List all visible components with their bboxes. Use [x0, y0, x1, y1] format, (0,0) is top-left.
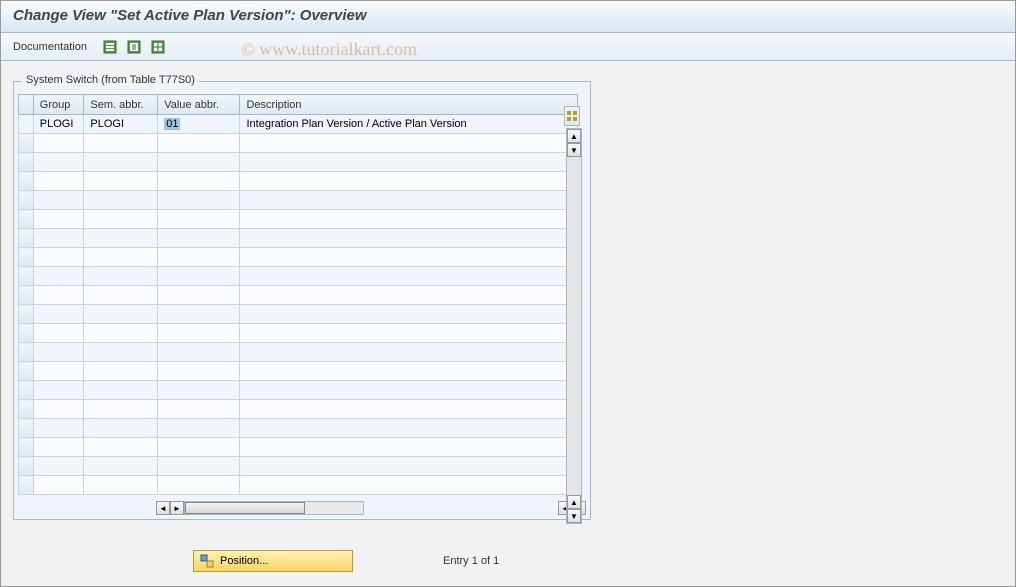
table-row[interactable]	[19, 438, 578, 457]
column-header-description[interactable]: Description	[240, 95, 578, 115]
title-bar: Change View "Set Active Plan Version": O…	[1, 1, 1015, 33]
table-config-icon[interactable]	[564, 106, 580, 126]
position-icon	[200, 554, 214, 568]
row-selector[interactable]	[19, 134, 34, 153]
row-selector[interactable]	[19, 153, 34, 172]
cell-value-abbr[interactable]: 01	[158, 115, 240, 134]
cell-sem-abbr[interactable]: PLOGI	[84, 115, 158, 134]
scroll-left-icon[interactable]: ◄	[156, 501, 170, 515]
table-row[interactable]	[19, 324, 578, 343]
row-selector[interactable]	[19, 381, 34, 400]
table-row[interactable]	[19, 248, 578, 267]
table-row[interactable]	[19, 400, 578, 419]
hscroll-thumb[interactable]	[185, 502, 305, 514]
scroll-up-icon[interactable]: ▲	[567, 129, 581, 143]
scroll-down-bottom-icon[interactable]: ▼	[567, 509, 581, 523]
vertical-scrollbar[interactable]: ▲ ▼ ▲ ▼	[566, 128, 582, 524]
select-all-header[interactable]	[19, 95, 34, 115]
position-button-label: Position...	[220, 555, 268, 567]
row-selector[interactable]	[19, 305, 34, 324]
toolbar-icon-3[interactable]	[149, 38, 167, 56]
table-row[interactable]	[19, 419, 578, 438]
table-row[interactable]	[19, 134, 578, 153]
position-button[interactable]: Position...	[193, 550, 353, 572]
row-selector[interactable]	[19, 476, 34, 495]
row-selector[interactable]	[19, 419, 34, 438]
system-switch-table: Group Sem. abbr. Value abbr. Description…	[18, 94, 578, 495]
row-selector[interactable]	[19, 210, 34, 229]
table-row[interactable]	[19, 210, 578, 229]
row-selector[interactable]	[19, 438, 34, 457]
column-header-group[interactable]: Group	[33, 95, 84, 115]
table-container: Group Sem. abbr. Value abbr. Description…	[18, 94, 586, 495]
table-row[interactable]	[19, 172, 578, 191]
row-selector[interactable]	[19, 191, 34, 210]
row-selector[interactable]	[19, 248, 34, 267]
row-selector[interactable]	[19, 400, 34, 419]
entry-count-text: Entry 1 of 1	[443, 555, 499, 567]
row-selector[interactable]	[19, 172, 34, 191]
cell-description[interactable]: Integration Plan Version / Active Plan V…	[240, 115, 578, 134]
row-selector[interactable]	[19, 115, 34, 134]
row-selector[interactable]	[19, 286, 34, 305]
row-selector[interactable]	[19, 324, 34, 343]
row-selector[interactable]	[19, 267, 34, 286]
table-row[interactable]: PLOGI PLOGI 01 Integration Plan Version …	[19, 115, 578, 134]
row-selector[interactable]	[19, 362, 34, 381]
table-row[interactable]	[19, 343, 578, 362]
table-row[interactable]	[19, 381, 578, 400]
content-area: System Switch (from Table T77S0) Group S…	[1, 61, 1015, 584]
table-row[interactable]	[19, 457, 578, 476]
hscroll-track[interactable]	[184, 501, 364, 515]
row-selector[interactable]	[19, 229, 34, 248]
table-row[interactable]	[19, 267, 578, 286]
horizontal-scrollbar: ◄ ► ◄ ►	[14, 499, 590, 519]
table-row[interactable]	[19, 305, 578, 324]
toolbar-icon-2[interactable]	[125, 38, 143, 56]
scroll-right-icon[interactable]: ►	[170, 501, 184, 515]
footer: Position... Entry 1 of 1	[13, 550, 1003, 572]
cell-group[interactable]: PLOGI	[33, 115, 84, 134]
column-header-sem-abbr[interactable]: Sem. abbr.	[84, 95, 158, 115]
scroll-up-bottom-icon[interactable]: ▲	[567, 495, 581, 509]
value-abbr-input[interactable]: 01	[164, 118, 180, 130]
panel-title: System Switch (from Table T77S0)	[22, 74, 199, 86]
scroll-down-icon[interactable]: ▼	[567, 143, 581, 157]
table-row[interactable]	[19, 191, 578, 210]
page-title: Change View "Set Active Plan Version": O…	[13, 7, 367, 24]
documentation-link[interactable]: Documentation	[13, 41, 87, 53]
table-row[interactable]	[19, 286, 578, 305]
toolbar: Documentation	[1, 33, 1015, 61]
toolbar-icon-1[interactable]	[101, 38, 119, 56]
row-selector[interactable]	[19, 343, 34, 362]
system-switch-panel: System Switch (from Table T77S0) Group S…	[13, 81, 591, 520]
table-row[interactable]	[19, 153, 578, 172]
table-row[interactable]	[19, 476, 578, 495]
table-row[interactable]	[19, 362, 578, 381]
table-row[interactable]	[19, 229, 578, 248]
column-header-value-abbr[interactable]: Value abbr.	[158, 95, 240, 115]
row-selector[interactable]	[19, 457, 34, 476]
